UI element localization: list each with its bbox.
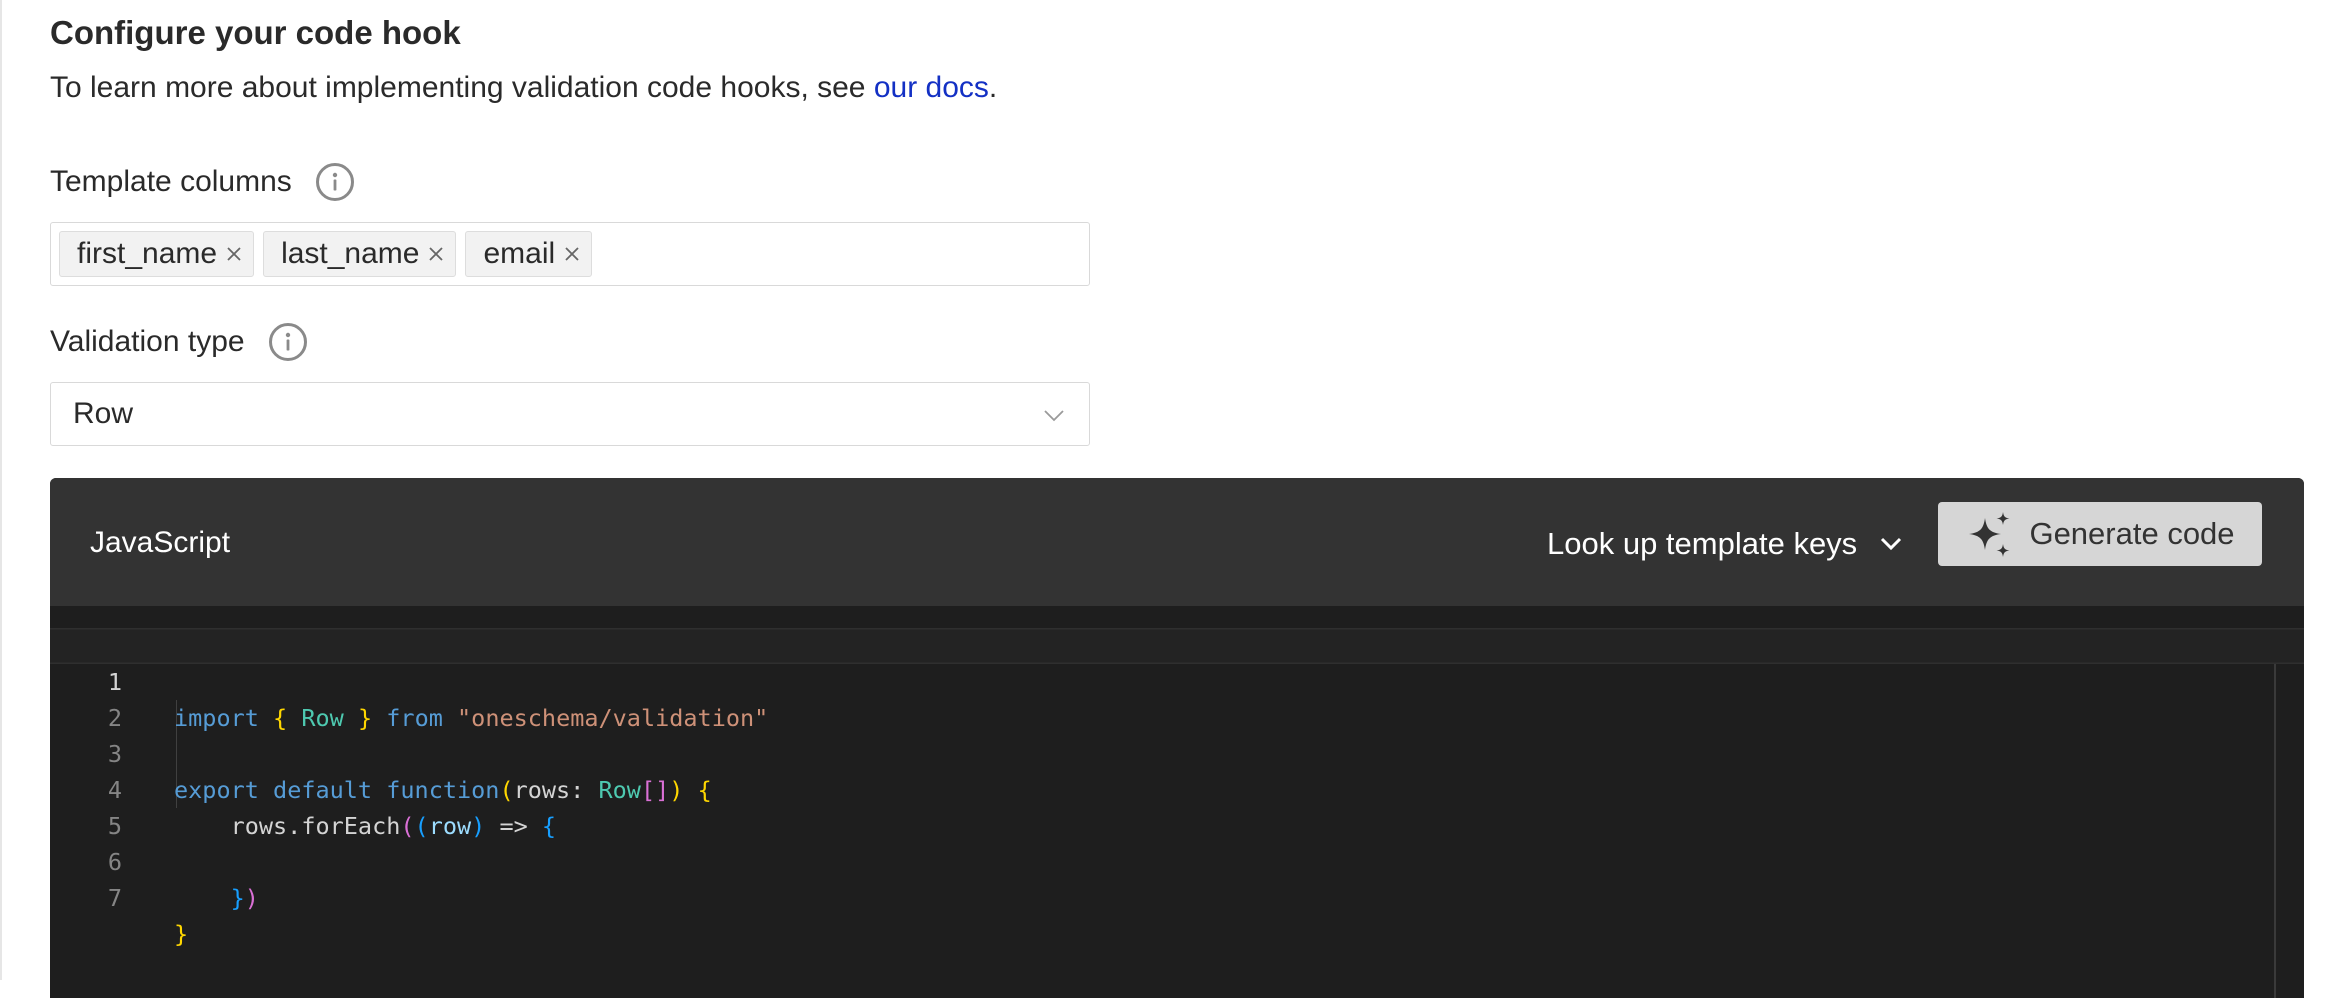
page-left-border [0,0,2,980]
intro-text: To learn more about implementing validat… [50,71,997,105]
chevron-down-icon [1881,537,1902,551]
info-icon[interactable] [268,323,307,361]
column-tag-label: first_name [77,237,218,270]
column-tag: last_name [263,231,457,277]
chevron-down-icon [1043,397,1065,431]
column-tag-label: email [483,237,556,270]
template-columns-label-row: Template columns [50,163,354,201]
close-icon[interactable] [563,245,581,263]
validation-type-label-row: Validation type [50,323,307,361]
close-icon[interactable] [225,245,243,263]
code-line: 6 }) [50,808,2304,912]
code-area[interactable]: 1 import { Row } from "oneschema/validat… [50,628,2304,948]
validation-type-label: Validation type [50,325,245,358]
editor-language: JavaScript [90,526,231,559]
code-line: 5 [50,772,2304,840]
line-text: } [174,920,189,948]
validation-type-select[interactable]: Row [50,382,1090,446]
generate-code-label: Generate code [2029,516,2235,551]
generate-code-button[interactable]: Generate code [1938,502,2262,566]
code-line: 4 rows.forEach((row) => { [50,736,2304,840]
code-editor: JavaScript Look up template keys Generat… [50,478,2304,998]
column-tag: email [465,231,593,277]
code-line: 1 import { Row } from "oneschema/validat… [50,628,2304,732]
template-columns-label: Template columns [50,165,292,198]
info-icon[interactable] [315,163,354,201]
page-title: Configure your code hook [50,14,461,51]
code-line: 2 [50,664,2304,732]
code-line: 7 } [50,844,2304,948]
line-number: 7 [107,884,122,912]
lookup-template-keys-label: Look up template keys [1547,526,1858,561]
intro-period: . [988,71,998,104]
docs-link[interactable]: our docs [874,71,989,104]
validation-type-value: Row [73,397,134,430]
close-icon[interactable] [427,245,445,263]
lookup-template-keys-dropdown[interactable]: Look up template keys [1547,526,1903,562]
sparkle-icon [1969,512,2010,557]
intro-body: To learn more about implementing validat… [50,71,874,104]
editor-toolbar: JavaScript Look up template keys Generat… [50,478,2304,606]
line-text: }) [230,884,259,912]
code-line: 3 export default function(rows: Row[]) { [50,700,2304,804]
column-tag-label: last_name [281,237,420,270]
template-columns-input[interactable]: first_name last_name email [50,222,1090,286]
column-tag: first_name [59,231,255,277]
